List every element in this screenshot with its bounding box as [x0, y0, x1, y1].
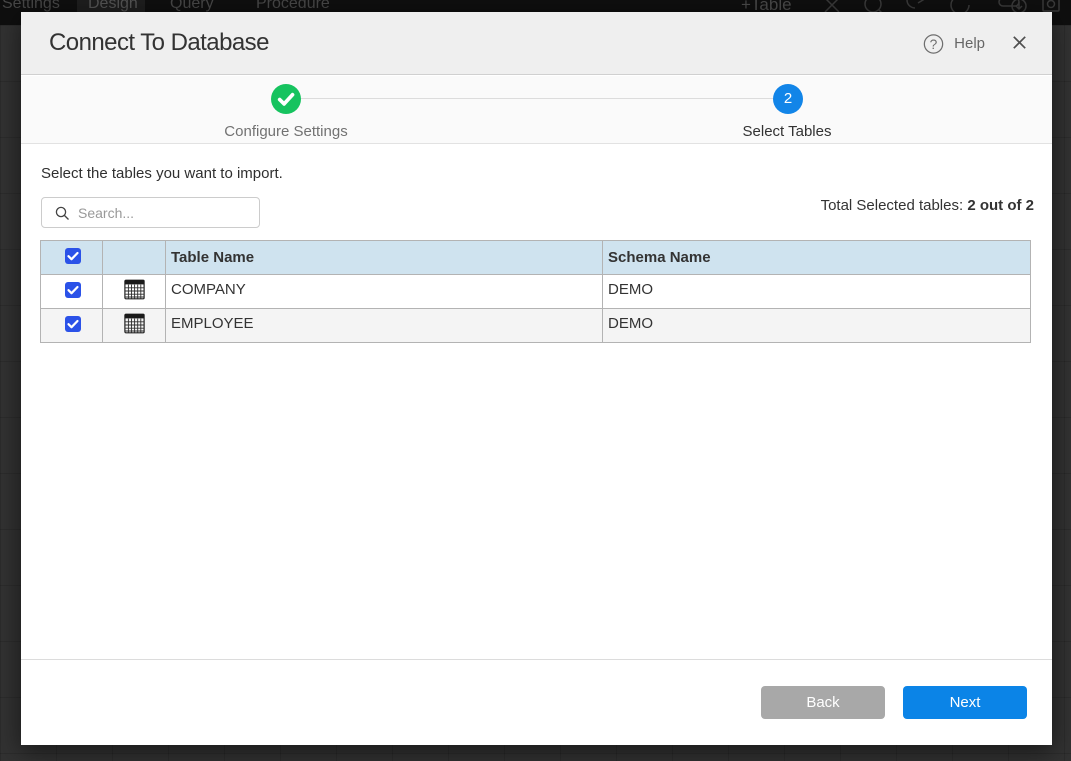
- svg-text:?: ?: [930, 37, 938, 52]
